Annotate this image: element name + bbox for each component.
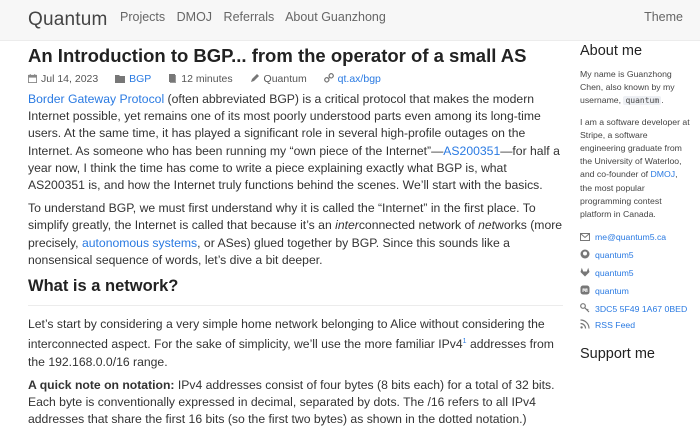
key-icon (580, 303, 592, 317)
meta-read-time: 12 minutes (168, 73, 233, 86)
nav-link-dmoj[interactable]: DMOJ (177, 10, 212, 24)
site-brand[interactable]: Quantum (28, 9, 108, 31)
top-nav: Quantum Projects DMOJ Referrals About Gu… (0, 0, 700, 41)
theme-toggle[interactable]: Theme (644, 10, 683, 24)
contact-list: me@quantum5.ca quantum5 quantum5 quantum… (580, 229, 690, 335)
support-heading: Support me (580, 346, 655, 363)
bio1-end: . (661, 95, 664, 106)
meta-tag: BGP (115, 73, 151, 85)
as-link[interactable]: AS200351 (443, 144, 500, 158)
mastodon-icon (580, 284, 592, 301)
short-link[interactable]: qt.ax/bgp (338, 73, 381, 85)
meta-date: Jul 14, 2023 (28, 73, 98, 85)
bio-paragraph-1: My name is Guanzhong Chen, also known by… (580, 68, 690, 108)
section-heading: What is a network? (28, 277, 179, 296)
meta-author: Quantum (250, 73, 307, 85)
bgp-wiki-link[interactable]: Border Gateway Protocol (28, 92, 164, 106)
about-heading: About me (580, 43, 643, 59)
tag-link[interactable]: BGP (129, 73, 151, 85)
contact-pgp-key[interactable]: 3DC5 5F49 1A67 0BED (580, 303, 690, 317)
meta-short-link: qt.ax/bgp (323, 73, 381, 85)
internet-paragraph: To understand BGP, we must first underst… (28, 200, 563, 269)
gitlab-icon (580, 266, 592, 283)
dmoj-link[interactable]: DMOJ (651, 169, 676, 179)
calendar-icon (28, 74, 37, 84)
pen-icon (250, 74, 259, 83)
article-meta: Jul 14, 2023 BGP 12 minutes Quantum qt.a… (28, 73, 563, 87)
author-text: Quantum (263, 73, 307, 86)
nav-link-about[interactable]: About Guanzhong (285, 10, 386, 24)
folder-icon (115, 75, 126, 84)
date-text: Jul 14, 2023 (41, 73, 99, 86)
network-paragraph: Let’s start by considering a very simple… (28, 316, 563, 371)
contact-email[interactable]: me@quantum5.ca (580, 229, 690, 247)
autonomous-systems-link[interactable]: autonomous systems (82, 236, 197, 250)
nav-link-projects[interactable]: Projects (120, 10, 165, 24)
internet-em-1: inter (335, 218, 359, 233)
bio-paragraph-2: I am a software developer at Stripe, a s… (580, 116, 690, 222)
contact-gitlab[interactable]: quantum5 (580, 265, 690, 283)
article-title: An Introduction to BGP... from the opera… (28, 45, 527, 66)
contact-github[interactable]: quantum5 (580, 247, 690, 265)
section-divider (28, 305, 563, 307)
contact-mastodon[interactable]: quantum (580, 283, 690, 301)
internet-em-2: net (478, 218, 496, 233)
github-text: quantum5 (595, 250, 634, 261)
pgp-key-text: 3DC5 5F49 1A67 0BED (595, 304, 688, 315)
internet-text-2: connected network of (358, 218, 479, 233)
book-icon (169, 74, 177, 84)
email-text: me@quantum5.ca (595, 232, 667, 243)
contact-rss[interactable]: RSS Feed (580, 317, 690, 335)
mastodon-text: quantum (595, 286, 629, 297)
article: An Introduction to BGP... from the opera… (28, 44, 563, 434)
nav-links: Projects DMOJ Referrals About Guanzhong (120, 10, 394, 24)
read-time-text: 12 minutes (181, 73, 233, 86)
mail-icon (580, 230, 592, 247)
gitlab-text: quantum5 (595, 268, 634, 279)
sidebar: About me My name is Guanzhong Chen, also… (580, 42, 690, 363)
rss-text: RSS Feed (595, 320, 636, 331)
nav-link-referrals[interactable]: Referrals (224, 10, 275, 24)
rss-icon (580, 318, 592, 335)
intro-paragraph: Border Gateway Protocol (often abbreviat… (28, 91, 563, 194)
link-icon (323, 73, 334, 83)
github-icon (580, 248, 592, 265)
notation-label: A quick note on notation: (28, 377, 175, 392)
username-code: quantum (623, 96, 662, 106)
